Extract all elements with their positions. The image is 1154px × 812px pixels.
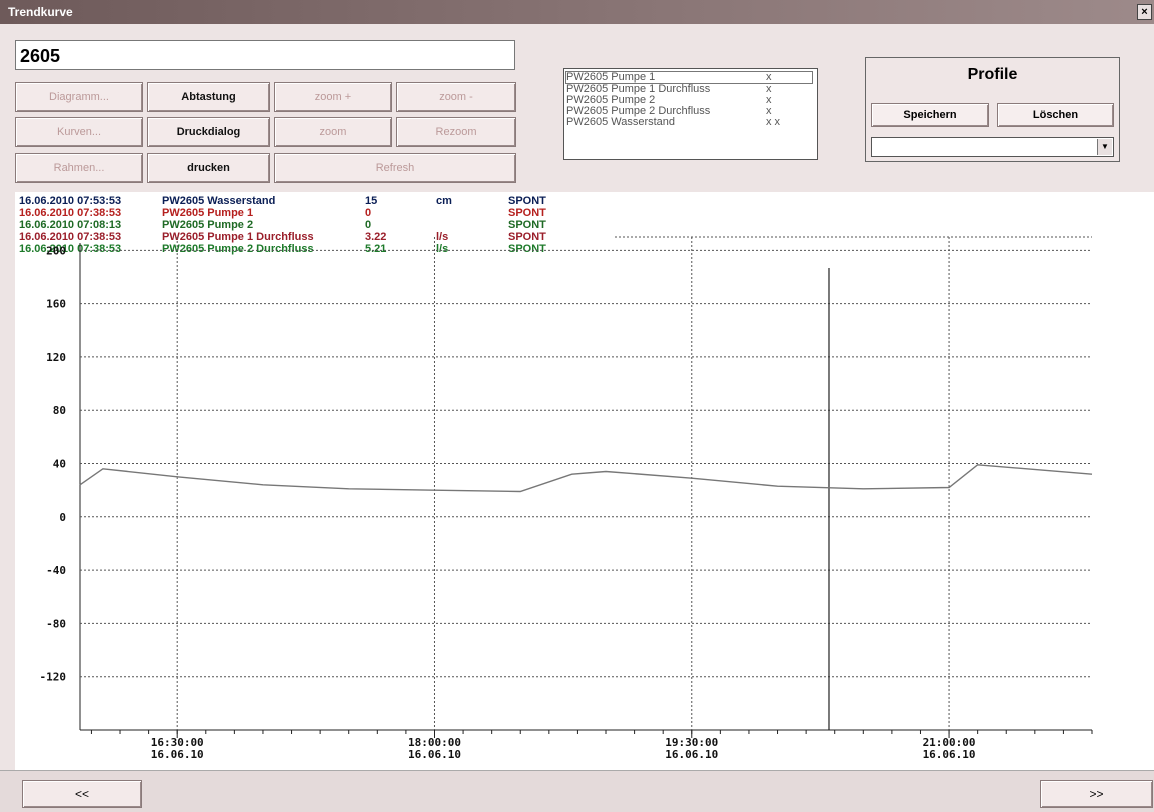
- legend: 16.06.2010 07:53:53 PW2605 Wasserstand 15 c…: [19, 195, 579, 255]
- chart-area: [15, 192, 1154, 770]
- legend-row: 16.06.2010 07:38:53 PW2605 Pumpe 1 0 SPONT: [19, 207, 579, 219]
- legend-unit: l/s: [436, 243, 449, 255]
- curve-label: PW2605 Wasserstand: [566, 116, 676, 128]
- legend-time: 16.06.2010 07:38:53: [19, 207, 122, 219]
- zoom-in-button[interactable]: zoom +: [274, 82, 392, 112]
- refresh-button[interactable]: Refresh: [274, 153, 516, 183]
- station-id-field[interactable]: 2605: [15, 40, 515, 70]
- legend-value: 0: [365, 207, 372, 219]
- curve-list-item[interactable]: PW2605 Wasserstand x x: [566, 117, 817, 128]
- status-bar: [0, 770, 1154, 812]
- legend-name: PW2605 Pumpe 2 Durchfluss: [162, 243, 314, 255]
- legend-name: PW2605 Pumpe 2: [162, 219, 254, 231]
- legend-status: SPONT: [508, 219, 546, 231]
- legend-time: 16.06.2010 07:08:13: [19, 219, 122, 231]
- profile-panel: Profile Speichern Löschen ▼: [865, 57, 1120, 162]
- abtastung-button[interactable]: Abtastung: [147, 82, 270, 112]
- zoom-button[interactable]: zoom: [274, 117, 392, 147]
- legend-value: 3.22: [365, 231, 387, 243]
- legend-time: 16.06.2010 07:38:53: [19, 243, 122, 255]
- legend-value: 0: [365, 219, 372, 231]
- legend-time: 16.06.2010 07:53:53: [19, 195, 122, 207]
- close-icon[interactable]: ×: [1137, 4, 1152, 20]
- drucken-button[interactable]: drucken: [147, 153, 270, 183]
- legend-unit: l/s: [436, 231, 449, 243]
- legend-value: 15: [365, 195, 378, 207]
- previous-button[interactable]: <<: [22, 780, 142, 808]
- legend-name: PW2605 Pumpe 1 Durchfluss: [162, 231, 314, 243]
- legend-name: PW2605 Pumpe 1: [162, 207, 254, 219]
- legend-status: SPONT: [508, 195, 546, 207]
- curve-marks: x: [766, 71, 772, 83]
- legend-unit: cm: [436, 195, 452, 207]
- kurven-button[interactable]: Kurven...: [15, 117, 143, 147]
- legend-status: SPONT: [508, 207, 546, 219]
- diagramm-button[interactable]: Diagramm...: [15, 82, 143, 112]
- next-button[interactable]: >>: [1040, 780, 1153, 808]
- chevron-down-icon[interactable]: ▼: [1097, 139, 1112, 155]
- legend-status: SPONT: [508, 231, 546, 243]
- rahmen-button[interactable]: Rahmen...: [15, 153, 143, 183]
- curve-list[interactable]: PW2605 Pumpe 1x PW2605 Pumpe 1 Durchflus…: [563, 68, 818, 160]
- curve-marks: x x: [766, 116, 781, 128]
- zoom-out-button[interactable]: zoom -: [396, 82, 516, 112]
- legend-name: PW2605 Wasserstand: [162, 195, 276, 207]
- profile-title: Profile: [967, 66, 1018, 83]
- legend-time: 16.06.2010 07:38:53: [19, 231, 122, 243]
- legend-row: 16.06.2010 07:08:13 PW2605 Pumpe 2 0 SPONT: [19, 219, 579, 231]
- curve-label: PW2605 Pumpe 1: [566, 71, 656, 83]
- profile-select[interactable]: ▼: [871, 137, 1114, 157]
- legend-status: SPONT: [508, 243, 546, 255]
- save-profile-button[interactable]: Speichern: [871, 103, 989, 127]
- legend-value: 5.21: [365, 243, 387, 255]
- legend-row: 16.06.2010 07:38:53 PW2605 Pumpe 1 Durchf…: [19, 231, 579, 243]
- legend-row: 16.06.2010 07:38:53 PW2605 Pumpe 2 Durchf…: [19, 243, 579, 255]
- window-title: Trendkurve: [8, 5, 73, 19]
- rezoom-button[interactable]: Rezoom: [396, 117, 516, 147]
- legend-row: 16.06.2010 07:53:53 PW2605 Wasserstand 15 c…: [19, 195, 579, 207]
- title-bar: Trendkurve ×: [0, 0, 1154, 24]
- druckdialog-button[interactable]: Druckdialog: [147, 117, 270, 147]
- delete-profile-button[interactable]: Löschen: [997, 103, 1114, 127]
